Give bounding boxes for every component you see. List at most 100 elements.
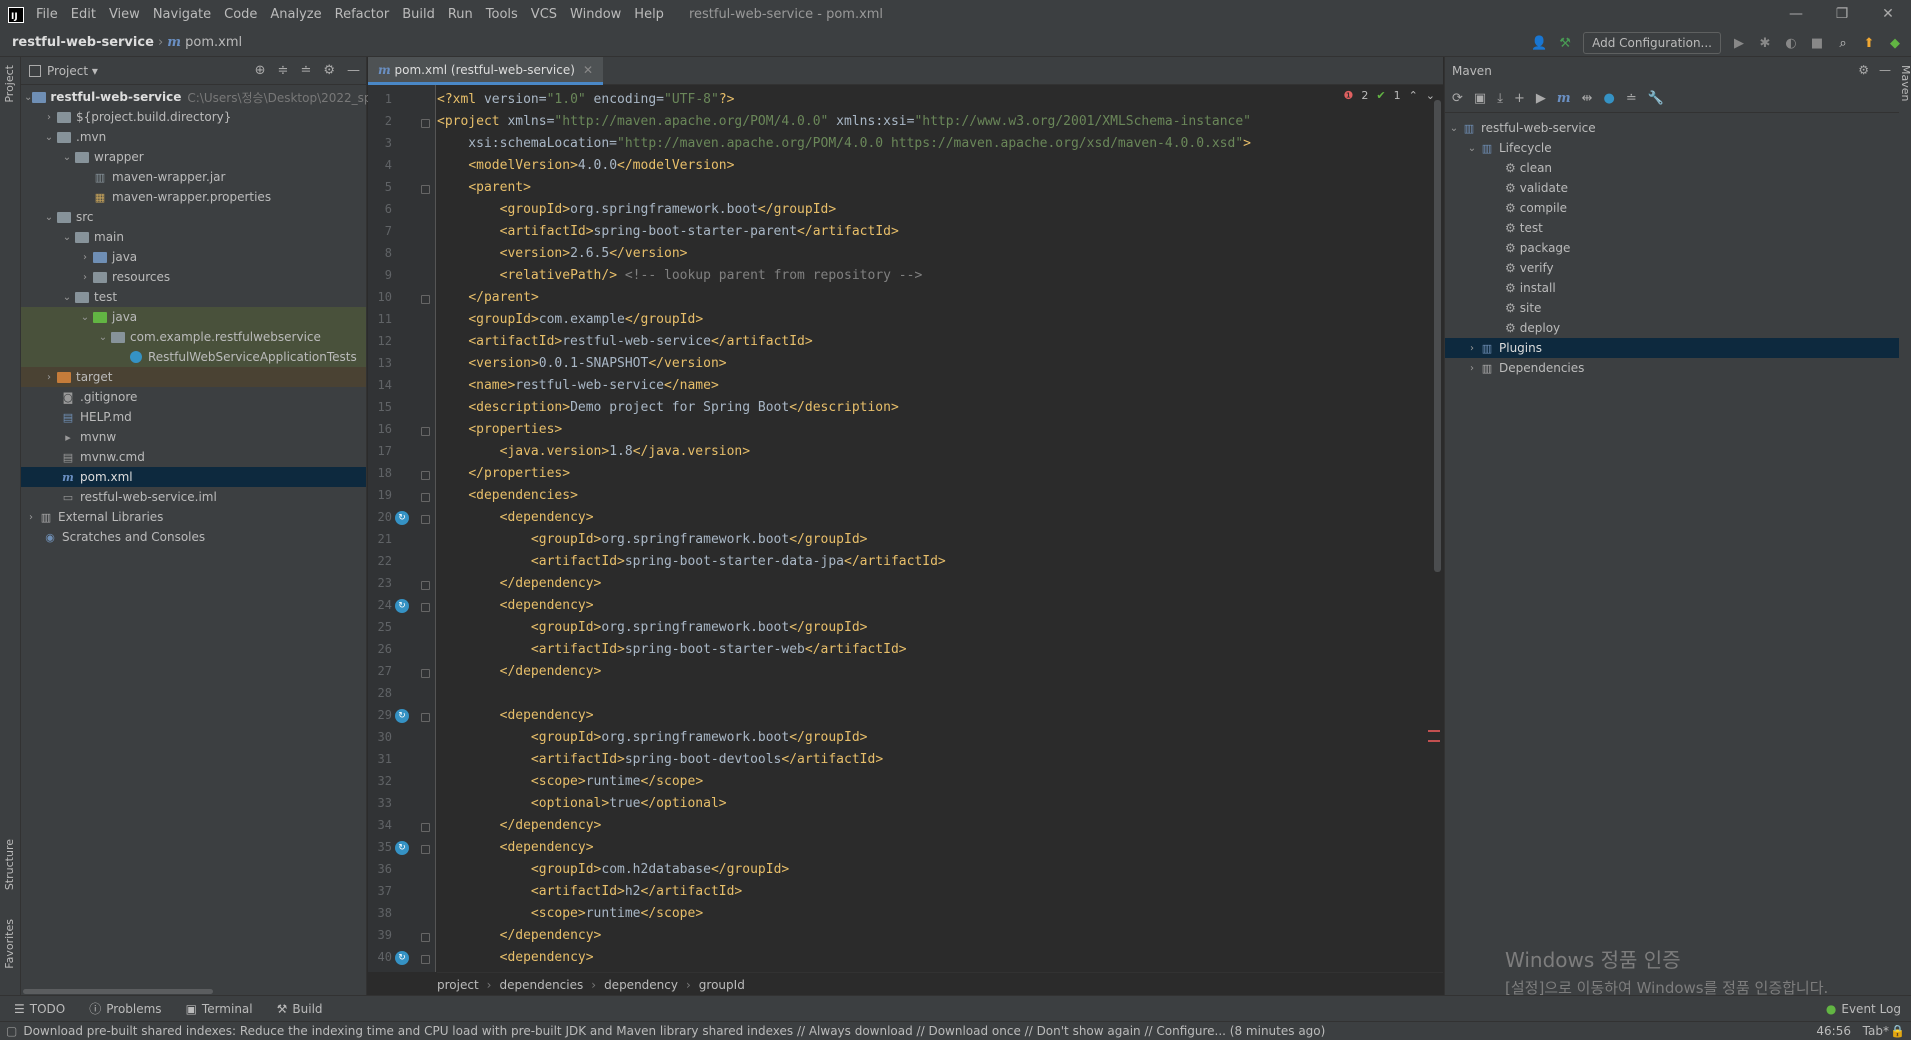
- tree-node-resources[interactable]: › resources: [21, 267, 366, 287]
- menu-run[interactable]: Run: [448, 7, 473, 22]
- build-button[interactable]: ⚒ Build: [277, 1002, 323, 1016]
- download-icon[interactable]: ⤓: [1497, 91, 1503, 106]
- maven-goal-validate[interactable]: ⚙ validate: [1445, 178, 1899, 198]
- code-line[interactable]: </dependency>: [437, 815, 602, 837]
- editor-vertical-scrollbar[interactable]: [1434, 100, 1441, 572]
- line-number[interactable]: 33: [368, 796, 392, 810]
- tree-node-main-java[interactable]: › java: [21, 247, 366, 267]
- line-number[interactable]: 11: [368, 312, 392, 326]
- menu-code[interactable]: Code: [224, 7, 257, 22]
- add-folder-icon[interactable]: ▣: [1474, 91, 1486, 106]
- tree-node-tests-class[interactable]: RestfulWebServiceApplicationTests: [21, 347, 366, 367]
- line-number[interactable]: 27: [368, 664, 392, 678]
- line-number[interactable]: 8: [368, 246, 392, 260]
- breadcrumb-dependency[interactable]: dependency: [604, 978, 678, 992]
- debug-icon[interactable]: ✱: [1757, 35, 1773, 51]
- add-configuration-button[interactable]: Add Configuration...: [1583, 32, 1721, 54]
- code-line[interactable]: <artifactId>h2</artifactId>: [437, 881, 742, 903]
- reload-icon[interactable]: ⟳: [1452, 91, 1463, 106]
- build-hammer-icon[interactable]: ⚒: [1557, 35, 1573, 51]
- tree-node-help-md[interactable]: ▤ HELP.md: [21, 407, 366, 427]
- line-number[interactable]: 1: [368, 92, 392, 106]
- line-number[interactable]: 13: [368, 356, 392, 370]
- code-line[interactable]: <parent>: [437, 177, 531, 199]
- tree-node-main[interactable]: ⌄ main: [21, 227, 366, 247]
- code-line[interactable]: <dependency>: [437, 507, 594, 529]
- breadcrumb-project[interactable]: project: [437, 978, 479, 992]
- tree-node-scratches[interactable]: ◉ Scratches and Consoles: [21, 527, 366, 547]
- stop-icon[interactable]: ■: [1809, 35, 1825, 51]
- restore-icon[interactable]: ❐: [1819, 0, 1865, 29]
- menu-file[interactable]: File: [36, 7, 58, 22]
- tree-node-wrapper[interactable]: ⌄ wrapper: [21, 147, 366, 167]
- wrench-icon[interactable]: 🔧: [1648, 91, 1664, 106]
- code-line[interactable]: </properties>: [437, 463, 570, 485]
- code-line[interactable]: <dependency>: [437, 705, 594, 727]
- fold-marker[interactable]: [421, 845, 430, 854]
- line-number[interactable]: 22: [368, 554, 392, 568]
- menu-navigate[interactable]: Navigate: [153, 7, 211, 22]
- line-number[interactable]: 38: [368, 906, 392, 920]
- code-line[interactable]: <groupId>com.example</groupId>: [437, 309, 703, 331]
- tree-node-mvnw[interactable]: ▸ mvnw: [21, 427, 366, 447]
- close-icon[interactable]: ✕: [1865, 0, 1911, 29]
- project-view-selector[interactable]: Project ▾: [47, 64, 98, 78]
- maven-goal-install[interactable]: ⚙ install: [1445, 278, 1899, 298]
- nav-file-crumb[interactable]: m pom.xml: [167, 35, 242, 50]
- code-line[interactable]: <?xml version="1.0" encoding="UTF-8"?>: [437, 89, 734, 111]
- user-icon[interactable]: 👤: [1531, 35, 1547, 51]
- line-number[interactable]: 39: [368, 928, 392, 942]
- fold-marker[interactable]: [421, 933, 430, 942]
- line-number[interactable]: 19: [368, 488, 392, 502]
- code-line[interactable]: <java.version>1.8</java.version>: [437, 441, 750, 463]
- fold-marker[interactable]: [421, 427, 430, 436]
- code-line[interactable]: <artifactId>restful-web-service</artifac…: [437, 331, 812, 353]
- code-line[interactable]: </dependency>: [437, 661, 602, 683]
- tree-node-test-java[interactable]: ⌄ java: [21, 307, 366, 327]
- line-number[interactable]: 28: [368, 686, 392, 700]
- caret-position[interactable]: 46:56: [1816, 1024, 1851, 1038]
- favorites-stripe-button[interactable]: Favorites: [3, 919, 16, 969]
- run-icon[interactable]: ▶: [1731, 35, 1747, 51]
- lock-icon[interactable]: 🔒: [1890, 1024, 1905, 1038]
- problems-button[interactable]: ⓘ Problems: [89, 1000, 161, 1017]
- maven-goal-package[interactable]: ⚙ package: [1445, 238, 1899, 258]
- line-number[interactable]: 40: [368, 950, 392, 964]
- settings-gear-icon[interactable]: ⚙: [1858, 63, 1869, 77]
- tree-node-iml[interactable]: ▭ restful-web-service.iml: [21, 487, 366, 507]
- prev-highlight-icon[interactable]: ⌃: [1409, 89, 1418, 102]
- line-number[interactable]: 6: [368, 202, 392, 216]
- maven-node-lifecycle[interactable]: ⌄ ▥ Lifecycle: [1445, 138, 1899, 158]
- code-line[interactable]: <modelVersion>4.0.0</modelVersion>: [437, 155, 734, 177]
- breadcrumb-groupid[interactable]: groupId: [699, 978, 745, 992]
- locate-file-icon[interactable]: ⊕: [255, 63, 266, 78]
- line-number[interactable]: 32: [368, 774, 392, 788]
- project-stripe-button[interactable]: Project: [3, 65, 16, 103]
- minimize-icon[interactable]: —: [1773, 0, 1819, 29]
- dependency-gutter-icon[interactable]: ↻: [395, 709, 409, 723]
- code-line[interactable]: <groupId>com.h2database</groupId>: [437, 859, 789, 881]
- skip-tests-icon[interactable]: ●: [1604, 91, 1615, 106]
- line-number[interactable]: 5: [368, 180, 392, 194]
- maven-node-dependencies[interactable]: › ▥ Dependencies: [1445, 358, 1899, 378]
- error-icon[interactable]: ❶: [1343, 89, 1353, 102]
- menu-help[interactable]: Help: [634, 7, 664, 22]
- tree-node-external-libraries[interactable]: › ▥ External Libraries: [21, 507, 366, 527]
- code-line[interactable]: <groupId>org.springframework.boot</group…: [437, 727, 868, 749]
- error-stripe-mark[interactable]: [1428, 740, 1440, 742]
- menu-analyze[interactable]: Analyze: [270, 7, 321, 22]
- maven-goal-site[interactable]: ⚙ site: [1445, 298, 1899, 318]
- line-number[interactable]: 3: [368, 136, 392, 150]
- line-number[interactable]: 2: [368, 114, 392, 128]
- fold-marker[interactable]: [421, 669, 430, 678]
- code-line[interactable]: <description>Demo project for Spring Boo…: [437, 397, 898, 419]
- line-number[interactable]: 9: [368, 268, 392, 282]
- code-line[interactable]: <version>2.6.5</version>: [437, 243, 688, 265]
- line-number[interactable]: 17: [368, 444, 392, 458]
- status-indicator-icon[interactable]: ▢: [6, 1024, 17, 1038]
- line-number[interactable]: 18: [368, 466, 392, 480]
- fold-marker[interactable]: [421, 493, 430, 502]
- line-number[interactable]: 23: [368, 576, 392, 590]
- hide-panel-icon[interactable]: —: [1879, 63, 1891, 77]
- fold-marker[interactable]: [421, 119, 430, 128]
